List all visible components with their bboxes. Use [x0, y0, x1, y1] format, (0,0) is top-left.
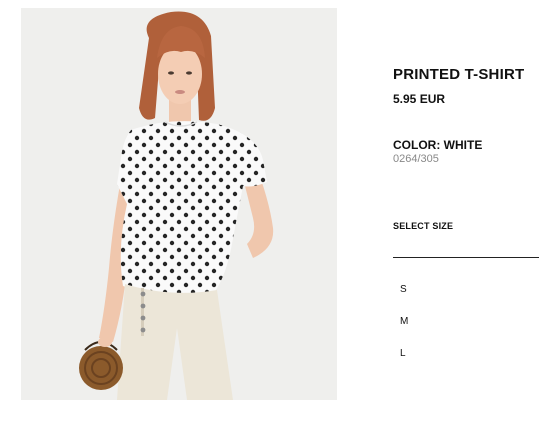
product-photo[interactable]	[21, 8, 337, 400]
size-option-l[interactable]: L	[398, 346, 410, 361]
product-reference: 0264/305	[393, 153, 439, 165]
product-color: COLOR: WHITE	[393, 138, 483, 152]
product-page: PRINTED T-SHIRT 5.95 EUR COLOR: WHITE 02…	[0, 0, 539, 423]
product-title: PRINTED T-SHIRT	[393, 66, 525, 83]
product-price: 5.95 EUR	[393, 92, 446, 106]
model-illustration	[21, 8, 337, 400]
size-option-m[interactable]: M	[398, 314, 412, 329]
select-size-label: SELECT SIZE	[393, 221, 454, 231]
size-divider	[393, 257, 539, 258]
size-option-s[interactable]: S	[398, 282, 411, 297]
